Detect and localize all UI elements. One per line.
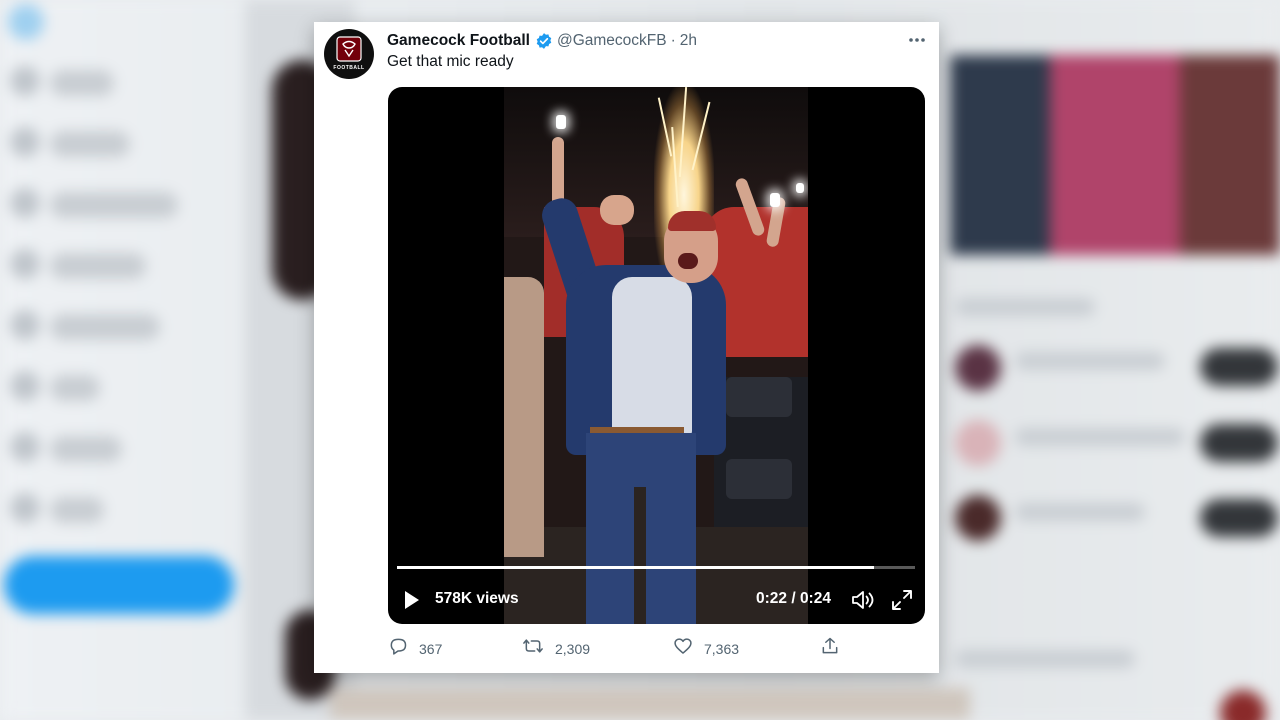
view-count: 578K views (435, 590, 519, 607)
bg-nav-item (50, 497, 104, 523)
bg-nav-item (50, 375, 100, 401)
bg-text-line (1015, 352, 1165, 370)
bg-text-line (1015, 428, 1185, 446)
like-icon (673, 636, 693, 661)
separator: · (670, 32, 676, 49)
bg-trend-image (1050, 55, 1180, 255)
retweet-icon (522, 636, 544, 661)
reply-button[interactable]: 367 (388, 636, 442, 661)
bg-nav-icon (10, 188, 40, 218)
bg-nav-item (50, 436, 122, 462)
bg-nav-icon (10, 371, 40, 401)
avatar-label: FOOTBALL (333, 65, 365, 71)
bg-avatar (955, 345, 1001, 391)
tweet-actions: 367 2,309 7,363 (388, 636, 848, 660)
tweet-card: FOOTBALL Gamecock Football @GamecockFB ·… (314, 22, 939, 673)
video-time-readout: 0:22 / 0:24 (756, 590, 831, 607)
handle[interactable]: @GamecockFB (557, 32, 667, 50)
bg-follow-pill (1200, 499, 1278, 537)
bg-nav-icon (10, 432, 40, 462)
tweet-header: Gamecock Football @GamecockFB · 2h (387, 30, 927, 52)
fullscreen-icon[interactable] (890, 588, 914, 617)
bg-nav-icon (10, 493, 40, 523)
like-button[interactable]: 7,363 (673, 636, 739, 661)
share-icon (820, 636, 840, 661)
reply-count: 367 (419, 640, 443, 657)
retweet-count: 2,309 (555, 640, 591, 657)
bg-avatar (955, 420, 1001, 466)
bg-nav-item (50, 70, 114, 96)
more-icon[interactable] (907, 30, 927, 55)
bg-text-line (1015, 503, 1145, 521)
volume-icon[interactable] (850, 588, 876, 617)
bg-trend-image (1180, 55, 1280, 255)
play-icon[interactable] (402, 589, 422, 616)
bg-nav-item (50, 131, 130, 157)
bg-nav-icon (10, 127, 40, 157)
bg-trend-image (950, 55, 1050, 255)
tweet-text: Get that mic ready (387, 53, 514, 70)
bg-logo (8, 4, 44, 40)
bg-nav-icon (10, 66, 40, 96)
bg-nav-item (50, 192, 178, 218)
video-progress-bar[interactable] (397, 566, 915, 569)
bg-nav-icon (10, 310, 40, 340)
bg-avatar (1220, 690, 1266, 720)
verified-icon (535, 32, 553, 50)
bg-nav-item (50, 314, 160, 340)
bg-follow-pill (1200, 424, 1278, 462)
retweet-button[interactable]: 2,309 (522, 636, 590, 661)
bg-nav-item (50, 253, 146, 279)
video-progress-fill (397, 566, 874, 569)
timestamp[interactable]: 2h (680, 32, 697, 50)
bg-bottom-bar (330, 688, 970, 720)
like-count: 7,363 (704, 640, 740, 657)
bg-avatar (955, 495, 1001, 541)
reply-icon (388, 636, 408, 661)
video-frame (504, 87, 808, 624)
bg-text-line (955, 298, 1095, 316)
avatar[interactable]: FOOTBALL (324, 29, 374, 79)
bg-text-line (955, 650, 1135, 668)
display-name[interactable]: Gamecock Football (387, 32, 530, 50)
bg-nav-icon (10, 249, 40, 279)
share-button[interactable] (820, 636, 840, 661)
bg-follow-pill (1200, 348, 1278, 386)
bg-tweet-button (4, 556, 234, 614)
video-player[interactable]: 578K views 0:22 / 0:24 (388, 87, 925, 624)
